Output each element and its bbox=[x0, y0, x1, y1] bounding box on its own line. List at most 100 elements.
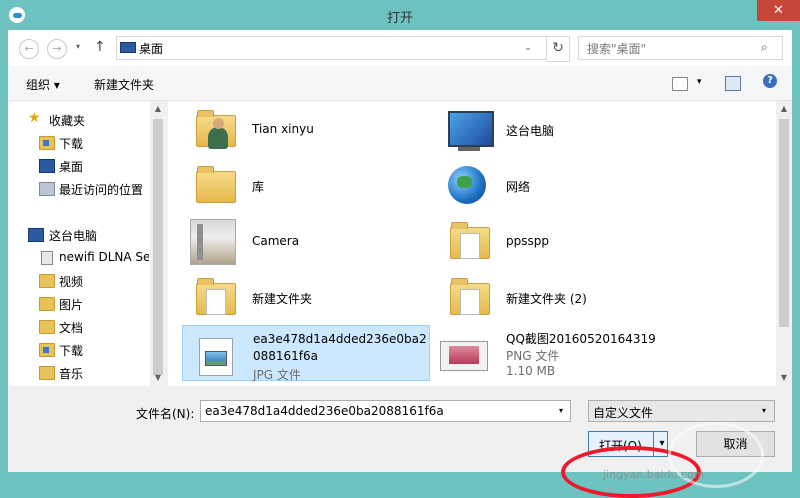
recent-locations-dropdown[interactable]: ▾ bbox=[76, 42, 80, 51]
file-name: 新建文件夹 bbox=[252, 292, 313, 306]
sidebar-item-label: 下载 bbox=[59, 344, 84, 358]
pictures-folder-icon bbox=[39, 297, 55, 311]
list-item[interactable]: 新建文件夹 (2) bbox=[436, 269, 684, 325]
documents-folder-icon bbox=[39, 320, 55, 334]
address-dropdown[interactable]: ⌄ bbox=[517, 36, 539, 60]
content-scrollbar[interactable]: ▲ ▼ bbox=[776, 101, 792, 386]
file-name: 网络 bbox=[506, 180, 531, 194]
file-name: ppsspp bbox=[506, 234, 549, 248]
list-item[interactable]: QQ截图20160520164319 PNG 文件 1.10 MB bbox=[436, 325, 684, 381]
list-item[interactable]: 这台电脑 bbox=[436, 101, 684, 157]
file-name: Camera bbox=[252, 234, 300, 248]
media-device-icon bbox=[41, 251, 53, 265]
folder-icon bbox=[190, 275, 236, 321]
scroll-down-arrow[interactable]: ▼ bbox=[776, 373, 792, 382]
preview-pane-icon[interactable] bbox=[725, 76, 741, 91]
file-name: 库 bbox=[252, 180, 265, 194]
file-dialog: ← → ▾ ↑ 桌面 ⌄ ↻ 搜索"桌面" ⌕ 组织 ▾ 新建文件夹 ▾ ? ★… bbox=[8, 30, 792, 498]
list-item[interactable]: Camera bbox=[182, 213, 430, 269]
camera-folder-icon bbox=[190, 219, 236, 265]
filename-dropdown[interactable]: ▾ bbox=[553, 401, 569, 421]
sidebar-item-favorites[interactable]: ★ 收藏夹 bbox=[28, 110, 168, 130]
change-view-icon[interactable] bbox=[672, 77, 688, 91]
up-button[interactable]: ↑ bbox=[94, 39, 106, 55]
list-item[interactable]: 网络 bbox=[436, 157, 684, 213]
list-item[interactable]: ppsspp bbox=[436, 213, 684, 269]
chevron-down-icon: ▾ bbox=[761, 406, 766, 415]
file-type: PNG 文件 bbox=[506, 349, 560, 363]
download-folder-icon bbox=[39, 343, 55, 357]
refresh-button[interactable]: ↻ bbox=[547, 36, 570, 62]
navigation-bar: ← → ▾ ↑ 桌面 ⌄ ↻ 搜索"桌面" ⌕ bbox=[8, 30, 792, 66]
sidebar-item-dlna[interactable]: newifi DLNA Se bbox=[39, 248, 149, 268]
star-icon: ★ bbox=[28, 110, 41, 126]
sidebar-item-this-pc[interactable]: 这台电脑 bbox=[28, 225, 168, 245]
recent-places-icon bbox=[39, 182, 55, 196]
watermark-text: jingyan.baidu.com bbox=[603, 468, 705, 481]
sidebar-item-label: newifi DLNA Se bbox=[59, 250, 149, 264]
sidebar-item-label: 桌面 bbox=[59, 160, 84, 174]
window-title: 打开 bbox=[386, 11, 413, 26]
scroll-down-arrow[interactable]: ▼ bbox=[150, 373, 166, 382]
new-folder-button[interactable]: 新建文件夹 bbox=[94, 76, 154, 93]
sidebar-item-label: 最近访问的位置 bbox=[59, 183, 144, 197]
computer-icon bbox=[444, 107, 494, 153]
file-size: 1.10 MB bbox=[506, 364, 556, 378]
sidebar-item-label: 收藏夹 bbox=[49, 114, 86, 128]
file-type: JPG 文件 bbox=[253, 368, 301, 382]
file-type-select[interactable]: 自定义文件 ▾ bbox=[588, 400, 775, 422]
search-input[interactable]: 搜索"桌面" ⌕ bbox=[578, 36, 783, 60]
search-placeholder: 搜索"桌面" bbox=[587, 42, 647, 56]
sidebar-item-label: 音乐 bbox=[59, 367, 84, 381]
toolbar: 组织 ▾ 新建文件夹 ▾ ? bbox=[8, 66, 792, 101]
file-name: 这台电脑 bbox=[506, 124, 555, 138]
scrollbar-thumb[interactable] bbox=[779, 119, 789, 327]
sidebar-item-label: 这台电脑 bbox=[49, 229, 98, 243]
jpg-file-icon bbox=[191, 332, 237, 378]
organize-button[interactable]: 组织 ▾ bbox=[26, 76, 60, 93]
file-list: Tian xinyu 这台电脑 库 网络 Camera ppsspp 新建文件夹 bbox=[168, 101, 792, 386]
list-item[interactable]: Tian xinyu bbox=[182, 101, 430, 157]
list-item[interactable]: 库 bbox=[182, 157, 430, 213]
view-options-dropdown[interactable]: ▾ bbox=[697, 77, 702, 87]
folder-icon bbox=[444, 219, 490, 265]
videos-folder-icon bbox=[39, 274, 55, 288]
desktop-icon bbox=[120, 42, 136, 53]
filename-field[interactable]: ea3e478d1a4dded236e0ba2088161f6a ▾ bbox=[200, 400, 571, 422]
computer-icon bbox=[28, 228, 44, 242]
network-icon bbox=[444, 163, 490, 209]
help-icon[interactable]: ? bbox=[763, 74, 777, 88]
sidebar-item-label: 图片 bbox=[59, 298, 84, 312]
scroll-up-arrow[interactable]: ▲ bbox=[150, 104, 166, 113]
forward-button[interactable]: → bbox=[47, 39, 67, 59]
sidebar-item-label: 文档 bbox=[59, 321, 84, 335]
sidebar-item-label: 视频 bbox=[59, 275, 84, 289]
sidebar-item-label: 下载 bbox=[59, 137, 84, 151]
list-item-selected[interactable]: ea3e478d1a4dded236e0ba2088161f6a JPG 文件 bbox=[182, 325, 430, 382]
sidebar-scrollbar[interactable]: ▲ ▼ bbox=[150, 101, 166, 386]
close-button[interactable]: ✕ bbox=[757, 0, 800, 21]
filename-label: 文件名(N): bbox=[136, 407, 195, 421]
music-folder-icon bbox=[39, 366, 55, 380]
scroll-up-arrow[interactable]: ▲ bbox=[776, 104, 792, 113]
folder-icon bbox=[444, 275, 490, 321]
scrollbar-thumb[interactable] bbox=[153, 119, 163, 375]
list-item[interactable]: 新建文件夹 bbox=[182, 269, 430, 325]
file-type-value: 自定义文件 bbox=[593, 406, 654, 420]
title-bar: 打开 ✕ bbox=[0, 0, 800, 30]
download-folder-icon bbox=[39, 136, 55, 150]
search-icon: ⌕ bbox=[761, 40, 768, 54]
file-name: ea3e478d1a4dded236e0ba2088161f6a bbox=[253, 332, 427, 363]
libraries-icon bbox=[190, 163, 236, 209]
png-thumbnail bbox=[440, 331, 488, 377]
back-button[interactable]: ← bbox=[19, 39, 39, 59]
file-name: Tian xinyu bbox=[252, 122, 314, 136]
address-bar[interactable]: 桌面 bbox=[116, 36, 547, 60]
navigation-pane: ★ 收藏夹 下载 桌面 最近访问的位置 这台电脑 newifi DLNA Se … bbox=[8, 101, 166, 386]
file-name: QQ截图20160520164319 bbox=[506, 332, 656, 346]
filename-value: ea3e478d1a4dded236e0ba2088161f6a bbox=[205, 404, 444, 418]
user-folder-icon bbox=[190, 107, 236, 153]
desktop-icon bbox=[39, 159, 55, 173]
file-name: 新建文件夹 (2) bbox=[506, 292, 587, 306]
address-text: 桌面 bbox=[139, 42, 164, 56]
